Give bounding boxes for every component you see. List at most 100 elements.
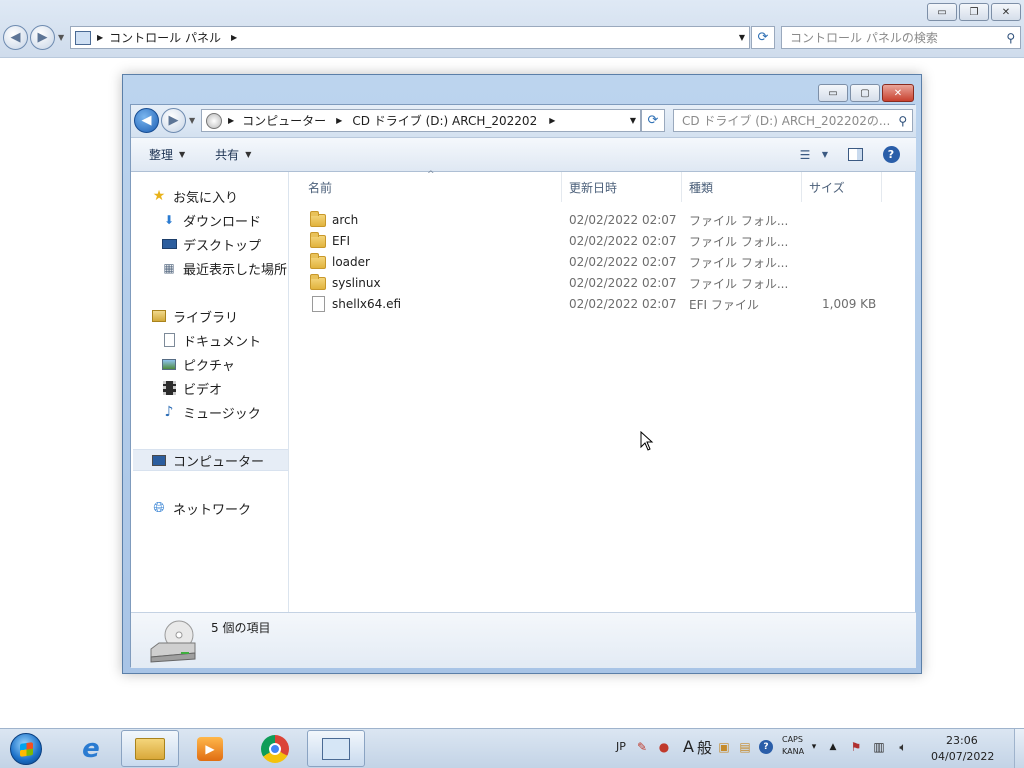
column-header-size[interactable]: サイズ	[802, 172, 882, 202]
computer-icon	[151, 452, 167, 468]
explorer-forward-button[interactable]: ▶	[161, 108, 186, 133]
breadcrumb-separator-icon[interactable]: ▶	[549, 116, 555, 125]
file-row[interactable]: shellx64.efi 02/02/2022 02:07 EFI ファイル 1…	[290, 294, 890, 314]
explorer-search-input[interactable]	[682, 113, 894, 128]
view-options-dropdown[interactable]: ▼	[818, 143, 832, 167]
explorer-navigation-bar: ◀ ▶ ▼ ▶ コンピューター ▶ CD ドライブ (D:) ARCH_2022…	[131, 105, 916, 137]
show-desktop-button[interactable]	[1014, 729, 1024, 768]
explorer-close-button[interactable]: ✕	[882, 84, 914, 102]
nav-item-downloads[interactable]: ⬇ ダウンロード	[161, 209, 261, 231]
breadcrumb-separator-icon[interactable]: ▶	[231, 33, 237, 42]
explorer-refresh-button[interactable]: ⟳	[641, 109, 665, 132]
preview-pane-button[interactable]	[842, 143, 868, 167]
dictionary-tool-icon[interactable]: ▣	[716, 738, 732, 756]
explorer-address-dropdown-icon[interactable]: ▼	[630, 116, 636, 125]
breadcrumb-separator-icon[interactable]: ▶	[336, 116, 342, 125]
explorer-recent-pages-dropdown[interactable]: ▼	[189, 116, 195, 125]
breadcrumb-control-panel[interactable]: コントロール パネル	[109, 29, 221, 46]
view-options-button[interactable]: ☰	[792, 143, 818, 167]
details-pane: 5 個の項目	[131, 612, 916, 668]
ime-pad-icon[interactable]: ✎	[634, 738, 650, 756]
nav-item-videos[interactable]: ビデオ	[161, 377, 222, 399]
folder-icon	[310, 231, 326, 248]
nav-network[interactable]: 🌐︎ ネットワーク	[151, 497, 251, 519]
file-type: EFI ファイル	[689, 297, 759, 312]
search-box[interactable]: ⚲	[781, 26, 1021, 49]
search-icon[interactable]: ⚲	[1002, 31, 1020, 45]
file-row[interactable]: syslinux 02/02/2022 02:07 ファイル フォル...	[290, 273, 890, 293]
navigation-pane: ★ お気に入り ⬇ ダウンロード デスクトップ ▦ 最近表示した場所 ライブラリ	[131, 172, 289, 612]
language-indicator[interactable]: JP	[616, 740, 626, 753]
nav-computer[interactable]: コンピューター	[133, 449, 288, 471]
nav-item-label: ダウンロード	[183, 214, 262, 230]
nav-item-desktop[interactable]: デスクトップ	[161, 233, 261, 255]
help-button[interactable]: ?	[878, 143, 904, 167]
column-header-name[interactable]: 名前 ^	[290, 170, 562, 202]
chevron-down-icon: ▼	[821, 150, 829, 159]
action-center-flag-icon[interactable]: ⚑	[848, 738, 864, 756]
forward-button[interactable]: ▶	[30, 25, 55, 50]
explorer-maximize-button[interactable]: ▢	[850, 84, 880, 102]
address-bar[interactable]: ▶ コントロール パネル ▶ ▼	[70, 26, 750, 49]
minimize-button[interactable]: ▭	[927, 3, 957, 21]
nav-favorites[interactable]: ★ お気に入り	[151, 185, 238, 207]
chrome-icon	[261, 734, 289, 763]
refresh-icon: ⟳	[647, 113, 659, 128]
ime-tool-icon[interactable]: ●	[656, 738, 672, 756]
cd-drive-icon	[206, 112, 222, 129]
ime-input-mode[interactable]: A	[683, 737, 694, 756]
nav-libraries[interactable]: ライブラリ	[151, 305, 238, 327]
address-dropdown-icon[interactable]: ▼	[739, 33, 745, 42]
explorer-search-box[interactable]: ⚲	[673, 109, 913, 132]
column-header-type[interactable]: 種類	[682, 172, 802, 202]
close-button[interactable]: ✕	[991, 3, 1021, 21]
help-icon[interactable]: ?	[758, 738, 774, 756]
volume-muted-icon[interactable]: 🔈︎	[895, 738, 911, 756]
network-status-icon[interactable]: ▥	[871, 738, 887, 756]
refresh-button[interactable]: ⟳	[751, 26, 775, 49]
taskbar-control-panel[interactable]	[307, 730, 365, 767]
nav-item-music[interactable]: ♪ ミュージック	[161, 401, 261, 423]
back-button[interactable]: ◀	[3, 25, 28, 50]
taskbar-internet-explorer[interactable]: e	[62, 730, 120, 767]
breadcrumb-cd-drive[interactable]: CD ドライブ (D:) ARCH_202202	[352, 112, 537, 129]
column-header-label: サイズ	[809, 180, 845, 195]
share-menu-button[interactable]: 共有 ▼	[206, 143, 260, 167]
show-hidden-icons-chevron-up-icon[interactable]: ▲	[825, 738, 841, 756]
column-header-modified[interactable]: 更新日時	[562, 172, 682, 202]
taskbar-media-player[interactable]: ▶	[181, 730, 239, 767]
nav-item-documents[interactable]: ドキュメント	[161, 329, 261, 351]
ime-conversion-mode[interactable]: 般	[697, 737, 712, 758]
organize-menu-button[interactable]: 整理 ▼	[140, 143, 194, 167]
restore-button[interactable]: ❐	[959, 3, 989, 21]
explorer-command-bar: 整理 ▼ 共有 ▼ ☰ ▼ ?	[131, 137, 916, 172]
internet-explorer-icon: e	[82, 733, 100, 764]
file-row[interactable]: arch 02/02/2022 02:07 ファイル フォル...	[290, 210, 890, 230]
clock-time[interactable]: 23:06	[946, 734, 978, 747]
nav-item-label: デスクトップ	[183, 238, 262, 254]
arrow-left-icon: ◀	[10, 30, 21, 45]
start-button[interactable]	[4, 731, 48, 767]
recent-pages-dropdown[interactable]: ▼	[58, 33, 64, 42]
file-type: ファイル フォル...	[689, 234, 789, 249]
file-type: ファイル フォル...	[689, 213, 789, 228]
file-list: 名前 ^ 更新日時 種類 サイズ arch 02/02/2022 02:07 フ…	[290, 170, 915, 612]
ime-settings-box-icon[interactable]: ▤	[737, 738, 753, 756]
column-header-label: 名前	[308, 180, 333, 195]
taskbar-chrome[interactable]	[246, 730, 304, 767]
explorer-address-bar[interactable]: ▶ コンピューター ▶ CD ドライブ (D:) ARCH_202202 ▶ ▼	[201, 109, 641, 132]
nav-item-pictures[interactable]: ピクチャ	[161, 353, 235, 375]
explorer-back-button[interactable]: ◀	[134, 108, 159, 133]
taskbar-explorer[interactable]	[121, 730, 179, 767]
search-input[interactable]	[790, 30, 1002, 45]
file-name: shellx64.efi	[332, 297, 402, 311]
breadcrumb-computer[interactable]: コンピューター	[242, 112, 326, 129]
ime-options-icon[interactable]: ▾	[806, 738, 822, 756]
explorer-minimize-button[interactable]: ▭	[818, 84, 848, 102]
search-icon[interactable]: ⚲	[894, 114, 912, 128]
details-view-icon: ☰	[799, 147, 811, 162]
clock-date[interactable]: 04/07/2022	[931, 750, 994, 763]
file-row[interactable]: EFI 02/02/2022 02:07 ファイル フォル...	[290, 231, 890, 251]
nav-item-recent-places[interactable]: ▦ 最近表示した場所	[161, 257, 287, 279]
file-row[interactable]: loader 02/02/2022 02:07 ファイル フォル...	[290, 252, 890, 272]
